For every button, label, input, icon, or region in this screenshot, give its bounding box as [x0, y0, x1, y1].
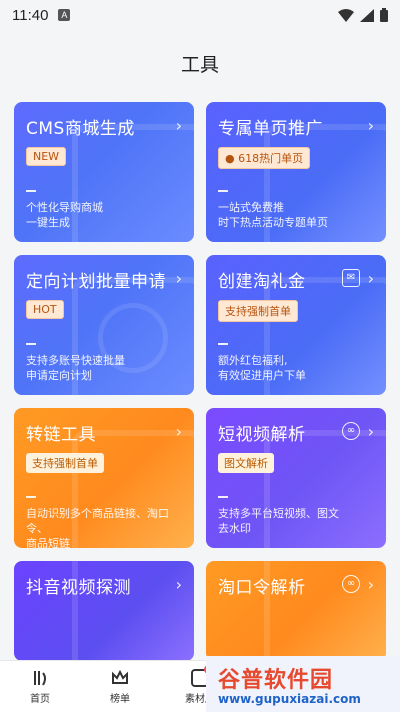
nav-ranking[interactable]: 榜单	[80, 661, 160, 713]
card-description: 个性化导购商城 一键生成	[26, 200, 186, 230]
divider-dash	[26, 343, 36, 345]
card-title: CMS商城生成	[26, 119, 135, 139]
desc-line: 额外红包福利,	[218, 354, 288, 367]
card-description: 自动识别多个商品链接、淘口令、 商品短链	[26, 506, 186, 548]
card-exclusive-page[interactable]: 专属单页推广 › ● 618热门单页 一站式免费推 时下热点活动专题单页	[206, 102, 386, 242]
card-title: 定向计划批量申请	[26, 272, 166, 292]
card-description: 支持多账号快速批量 申请定向计划	[26, 353, 186, 383]
card-taokouling-parse[interactable]: 淘口令解析 ∞ ›	[206, 561, 386, 661]
badge-label: 618热门单页	[238, 152, 304, 165]
chevron-right-icon: ›	[175, 575, 182, 594]
desc-line: 个性化导购商城	[26, 201, 103, 214]
chevron-right-icon: ›	[367, 116, 374, 135]
divider-dash	[218, 343, 228, 345]
card-targeted-plan[interactable]: 定向计划批量申请 › HOT 支持多账号快速批量 申请定向计划	[14, 255, 194, 395]
chevron-right-icon: ›	[175, 269, 182, 288]
chevron-right-icon: ›	[175, 422, 182, 441]
card-short-video-parse[interactable]: 短视频解析 ∞ › 图文解析 支持多平台短视频、图文 去水印	[206, 408, 386, 548]
card-badge: 支持强制首单	[26, 453, 104, 473]
desc-line: 商品短链	[26, 537, 70, 548]
home-icon	[34, 671, 46, 686]
card-description: 额外红包福利, 有效促进用户下单	[218, 353, 378, 383]
nav-label: 榜单	[110, 694, 130, 705]
nav-home[interactable]: 首页	[0, 661, 80, 713]
card-title: 抖音视频探测	[26, 578, 131, 598]
card-taolijin[interactable]: 创建淘礼金 ✉ › 支持强制首单 额外红包福利, 有效促进用户下单	[206, 255, 386, 395]
divider-dash	[26, 190, 36, 192]
card-badge: ● 618热门单页	[218, 147, 311, 169]
watermark-logo: 谷普软件园 www.gupuxiazai.com	[206, 656, 400, 712]
card-badge: 图文解析	[218, 453, 274, 473]
desc-line: 一站式免费推	[218, 201, 284, 214]
wifi-icon	[338, 8, 354, 22]
card-badge: HOT	[26, 300, 64, 319]
desc-line: 自动识别多个商品链接、淘口令、	[26, 507, 169, 535]
desc-line: 时下热点活动专题单页	[218, 216, 328, 229]
card-title: 专属单页推广	[218, 119, 323, 139]
watermark-title: 谷普软件园	[218, 668, 334, 693]
card-badge: NEW	[26, 147, 67, 166]
card-description: 一站式免费推 时下热点活动专题单页	[218, 200, 378, 230]
page-title: 工具	[180, 54, 219, 76]
status-icons	[338, 8, 388, 22]
battery-icon	[380, 8, 388, 22]
chevron-right-icon: ›	[367, 269, 374, 288]
divider-dash	[218, 496, 228, 498]
status-bar: 11:40 A	[0, 0, 400, 30]
card-cms-mall[interactable]: CMS商城生成 › NEW 个性化导购商城 一键生成	[14, 102, 194, 242]
desc-line: 支持多账号快速批量	[26, 354, 125, 367]
chevron-right-icon: ›	[175, 116, 182, 135]
chevron-right-icon: ›	[367, 422, 374, 441]
card-douyin-detect[interactable]: 抖音视频探测 ›	[14, 561, 194, 661]
desc-line: 一键生成	[26, 216, 70, 229]
fire-icon: ●	[225, 152, 235, 165]
desc-line: 支持多平台短视频、图文	[218, 507, 339, 520]
gift-envelope-icon: ✉	[342, 269, 360, 287]
crown-icon	[112, 669, 128, 684]
desc-line: 有效促进用户下单	[218, 369, 306, 382]
signal-icon	[360, 8, 374, 22]
chevron-right-icon: ›	[367, 575, 374, 594]
status-time: 11:40	[12, 6, 49, 24]
card-description: 支持多平台短视频、图文 去水印	[218, 506, 378, 536]
desc-line: 去水印	[218, 522, 251, 535]
card-title: 转链工具	[26, 425, 96, 445]
status-notification-icon: A	[58, 9, 71, 21]
divider-dash	[218, 190, 228, 192]
divider-dash	[26, 496, 36, 498]
card-link-convert[interactable]: 转链工具 › 支持强制首单 自动识别多个商品链接、淘口令、 商品短链	[14, 408, 194, 548]
watermark-url: www.gupuxiazai.com	[218, 692, 361, 706]
card-badge: 支持强制首单	[218, 300, 298, 322]
link-icon: ∞	[342, 422, 360, 440]
link-icon: ∞	[342, 575, 360, 593]
nav-label: 首页	[30, 694, 50, 705]
desc-line: 申请定向计划	[26, 369, 92, 382]
